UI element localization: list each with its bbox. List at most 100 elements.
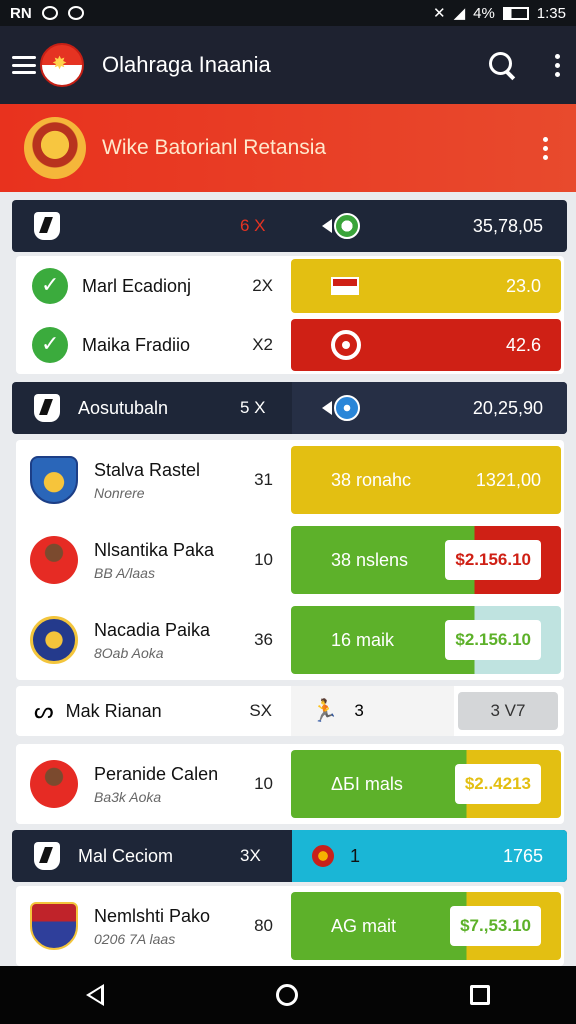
price-chip[interactable]: $2..4213 <box>454 764 541 804</box>
face-notification-icon <box>67 6 84 20</box>
odds-label: 38 ronahc <box>331 469 412 490</box>
list-item[interactable]: Maika Fradiio X2 42.6 <box>16 316 564 374</box>
team-logo-icon <box>30 616 78 664</box>
banner-title: Wike Batorianl Retansia <box>102 136 327 159</box>
odds-value: 42.6 <box>505 334 541 355</box>
team-stat: 31 <box>254 470 273 489</box>
recent-apps-icon[interactable] <box>470 985 490 1005</box>
clock: 1:35 <box>536 4 566 22</box>
team-leaf-icon <box>32 327 68 363</box>
group-count: 3X <box>240 846 261 865</box>
battery-icon <box>502 6 529 20</box>
odds-value: 1321,00 <box>475 469 541 490</box>
flag-icon <box>331 277 359 295</box>
team-stat: 10 <box>254 774 273 793</box>
app-logo <box>40 43 84 87</box>
team-name: Nemlshti Pako <box>94 905 211 926</box>
team-stat: SX <box>249 701 272 720</box>
club-badge-icon <box>34 212 60 240</box>
team-name: Marl Ecadionj <box>82 275 192 296</box>
group-count: 5 X <box>240 398 266 417</box>
match-card: Nemlshti Pako 0206 7A laas 80 AG mait $7… <box>16 886 564 966</box>
group-value: 35,78,05 <box>472 215 543 236</box>
team-stat: 80 <box>254 916 273 935</box>
group-secondary: 1 <box>350 845 361 866</box>
odds-cell-secondary[interactable]: 3 V7 <box>458 692 558 730</box>
app-title: Olahraga Inaania <box>102 52 271 77</box>
team-name: Maika Fradiio <box>82 334 191 355</box>
team-logo-icon <box>30 902 78 950</box>
odds-cell[interactable]: AG mait $7.,53.10 <box>291 892 561 960</box>
team-stat: X2 <box>252 335 273 354</box>
odds-cell[interactable]: 🏃 3 <box>291 686 454 736</box>
status-bar: RN ✕ ◢ 4% 1:35 <box>0 0 576 26</box>
back-icon[interactable] <box>86 984 104 1006</box>
team-name: Nlsantika Paka <box>94 539 215 560</box>
target-icon <box>331 330 361 360</box>
group-count: 6 X <box>240 216 266 235</box>
group-name: Mal Ceciom <box>78 845 174 866</box>
match-card: Stalva Rastel Nonrere 31 38 ronahc 1321,… <box>16 440 564 680</box>
team-subtitle: BB A/laas <box>94 564 155 581</box>
list-item[interactable]: Marl Ecadionj 2X 23.0 <box>16 256 564 316</box>
team-subtitle: Nonrere <box>94 484 145 501</box>
group-value: 20,25,90 <box>472 397 543 418</box>
odds-cell[interactable]: 38 nslens $2.156.10 <box>291 526 561 594</box>
match-card: Peranide Calen Ba3k Aoka 10 ΔБI mals $2.… <box>16 744 564 824</box>
system-navigation-bar <box>0 966 576 1024</box>
team-subtitle: 8Oab Aoka <box>94 644 164 661</box>
garuda-emblem-icon <box>24 117 86 179</box>
price-chip[interactable]: $2.156.10 <box>445 540 541 580</box>
runner-icon: 🏃 <box>311 698 339 723</box>
team-name: Nacadia Paika <box>94 619 211 640</box>
arrow-left-icon <box>322 219 332 233</box>
odds-value: 23.0 <box>505 275 541 296</box>
odds-cell[interactable]: ΔБI mals $2..4213 <box>291 750 561 818</box>
club-ball-icon <box>310 843 336 869</box>
list-item[interactable]: Nacadia Paika 8Oab Aoka 36 16 maik $2.15… <box>16 600 564 680</box>
odds-label: AG mait <box>331 915 397 936</box>
club-monogram-icon: ᔕ <box>34 698 54 723</box>
team-subtitle: Ba3k Aoka <box>94 788 162 805</box>
search-icon[interactable] <box>487 50 517 80</box>
group-header[interactable]: 6 X 35,78,05 <box>12 200 567 252</box>
team-name: Peranide Calen <box>94 763 219 784</box>
club-ball-icon <box>334 395 360 421</box>
circle-notification-icon <box>41 6 58 20</box>
team-subtitle: 0206 7A laas <box>94 930 176 947</box>
club-ball-icon <box>334 213 360 239</box>
odds-cell[interactable]: 16 maik $2.156.10 <box>291 606 561 674</box>
list-item[interactable]: Nlsantika Paka BB A/laas 10 38 nslens $2… <box>16 520 564 600</box>
home-icon[interactable] <box>276 984 298 1006</box>
odds-cell[interactable]: 38 ronahc 1321,00 <box>291 446 561 514</box>
match-card: Marl Ecadionj 2X 23.0 Maika Fradiio X2 4… <box>16 256 564 374</box>
league-banner: Wike Batorianl Retansia <box>0 104 576 192</box>
team-name: Stalva Rastel <box>94 459 201 480</box>
team-name: Mak Rianan <box>65 700 162 721</box>
list-item[interactable]: ᔕ Mak Rianan SX 🏃 3 3 V7 <box>16 686 564 736</box>
player-avatar <box>30 536 78 584</box>
odds-label: 16 maik <box>331 629 395 650</box>
group-header[interactable]: Aosutubaln 5 X 20,25,90 <box>12 382 567 434</box>
team-stat: 2X <box>252 276 273 295</box>
group-header[interactable]: Mal Ceciom 3X 1 1765 <box>12 830 567 882</box>
list-item[interactable]: Nemlshti Pako 0206 7A laas 80 AG mait $7… <box>16 886 564 966</box>
odds-cell[interactable]: 23.0 <box>291 259 561 313</box>
odds-value: 3 <box>354 701 364 720</box>
notification-icon: RN <box>10 4 32 22</box>
banner-more-icon[interactable] <box>539 136 552 160</box>
menu-icon[interactable] <box>12 56 36 74</box>
app-bar: Olahraga Inaania <box>0 26 576 104</box>
odds-label: ΔБI mals <box>331 773 403 794</box>
group-name: Aosutubaln <box>78 397 169 418</box>
list-item[interactable]: Stalva Rastel Nonrere 31 38 ronahc 1321,… <box>16 440 564 520</box>
team-stat: 36 <box>254 630 273 649</box>
group-value: 1765 <box>502 845 543 866</box>
price-chip[interactable]: $7.,53.10 <box>450 906 541 946</box>
more-options-icon[interactable] <box>551 53 564 77</box>
price-chip[interactable]: $2.156.10 <box>445 620 541 660</box>
list-item[interactable]: Peranide Calen Ba3k Aoka 10 ΔБI mals $2.… <box>16 744 564 824</box>
odds-label: 38 nslens <box>331 549 409 570</box>
odds-cell[interactable]: 42.6 <box>291 319 561 371</box>
mute-icon: ✕ <box>432 5 446 22</box>
